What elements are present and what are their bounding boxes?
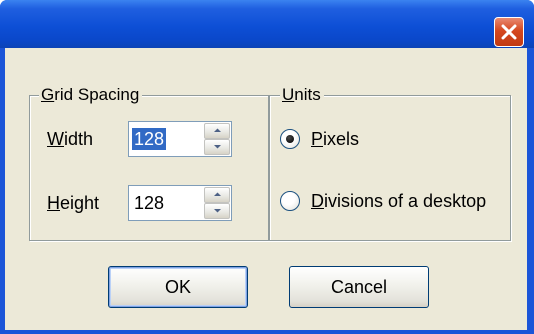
height-spin-down-button[interactable]: [204, 203, 230, 219]
units-legend: Units: [280, 85, 324, 105]
grid-spacing-legend-rest: rid Spacing: [54, 85, 140, 104]
pixels-mnemonic: P: [311, 129, 324, 149]
arrow-up-icon: [214, 192, 221, 196]
grid-spacing-legend: Grid Spacing: [39, 85, 143, 105]
divisions-mnemonic: D: [311, 191, 324, 211]
radio-pixels-circle[interactable]: [280, 129, 300, 149]
divisions-label-rest: ivisions of a desktop: [324, 191, 487, 211]
units-mnemonic: U: [282, 85, 295, 104]
dialog-client-area: Grid Spacing Width 128 Height 128 Units …: [5, 48, 527, 330]
pixels-label-rest: ixels: [323, 129, 360, 149]
height-label: Height: [47, 192, 99, 214]
grid-spacing-mnemonic: G: [41, 85, 55, 104]
units-legend-rest: nits: [294, 85, 321, 104]
dialog-window: Grid Spacing Width 128 Height 128 Units …: [0, 0, 534, 334]
width-spin-up-button[interactable]: [204, 123, 230, 139]
width-spinner[interactable]: 128: [128, 121, 232, 157]
width-input[interactable]: 128: [132, 128, 167, 150]
radio-divisions-circle[interactable]: [280, 191, 300, 211]
close-icon: [501, 24, 517, 40]
close-button[interactable]: [494, 17, 524, 47]
units-group: Units: [269, 85, 511, 241]
title-bar[interactable]: [0, 0, 534, 48]
arrow-down-icon: [214, 145, 221, 149]
height-mnemonic: H: [47, 193, 60, 213]
height-input[interactable]: 128: [132, 192, 166, 214]
radio-pixels-label[interactable]: Pixels: [311, 128, 359, 150]
height-spin-up-button[interactable]: [204, 187, 230, 203]
cancel-button[interactable]: Cancel: [289, 266, 429, 308]
width-mnemonic: W: [47, 129, 64, 149]
width-spin-down-button[interactable]: [204, 139, 230, 155]
width-label: Width: [47, 128, 93, 150]
arrow-down-icon: [214, 209, 221, 213]
radio-checked-dot: [286, 135, 294, 143]
radio-divisions-label[interactable]: Divisions of a desktop: [311, 190, 486, 212]
arrow-up-icon: [214, 128, 221, 132]
height-spinner[interactable]: 128: [128, 185, 232, 221]
height-label-rest: eight: [60, 193, 100, 213]
ok-button[interactable]: OK: [108, 266, 248, 308]
width-label-rest: idth: [64, 129, 94, 149]
